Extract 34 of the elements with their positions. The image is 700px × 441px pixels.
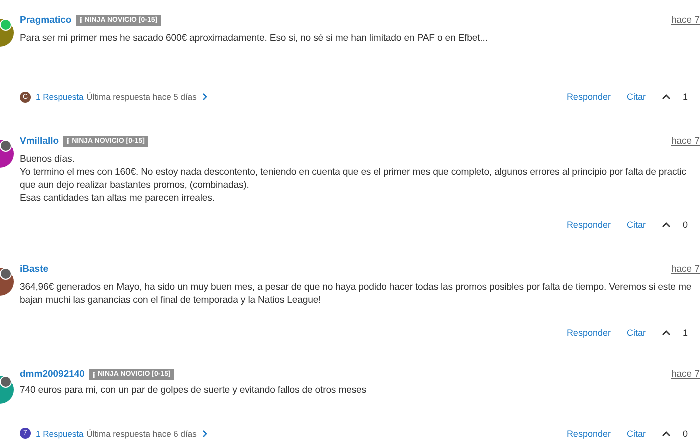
author-name[interactable]: Pragmatico [20,14,72,26]
reply-button[interactable]: Responder [566,92,611,102]
replies-link[interactable]: 1 Respuesta [36,92,84,102]
upvote-button[interactable] [662,94,671,100]
post-time[interactable]: hace 7 [671,264,700,274]
vote-count: 0 [682,220,688,230]
vote-count: 1 [682,328,688,338]
author-name[interactable]: dmm20092140 [20,369,85,380]
reply-button[interactable]: Responder [566,428,611,438]
upvote-button[interactable] [662,222,671,228]
post-text: Para ser mi primer mes he sacado 600€ aproximadamente. Eso si, no sé si me han limitado en PAF o en Efbet... [20,32,489,46]
post-time[interactable]: hace 7 [671,14,700,26]
last-reply-text: Última respuesta hace 5 días [86,92,197,102]
quote-button[interactable]: Citar [626,328,646,338]
replies-link[interactable]: 1 Respuesta [36,428,84,438]
post-time[interactable]: hace 7 [671,369,700,380]
post-text: 364,96€ generados en Mayo, ha sido un muy buen mes, a pesar de que no haya podido hacer todas las promos posibles por falta de tiempo. Veremos si este me bajan muchi las ganancias con el final de temporada y la Natios League! [20,281,693,308]
reply-button[interactable]: Responder [566,328,611,338]
quote-button[interactable]: Citar [626,220,646,230]
post-text: 740 euros para mi, con un par de golpes de suerte y evitando fallos de otros meses [20,384,368,398]
author-name[interactable]: Vmillallo [20,136,60,146]
vote-count: 0 [682,428,688,438]
upvote-button[interactable] [662,430,671,436]
post-text: Buenos días. Yo termino el mes con 160€. No estoy nada descontento, teniendo en cuenta que es el primer mes que completo, algunos errores al principio por falta de practic que aun dejo realizar bastantes promos, (combinadas). Esas cantidades tan altas me parecen irreales. [20,153,688,205]
quote-button[interactable]: Citar [626,92,646,102]
last-reply-text: Última respuesta hace 6 días [86,428,197,438]
post-time[interactable]: hace 7 [671,136,700,146]
chevron-icon[interactable] [202,430,208,438]
chevron-icon[interactable] [202,93,208,101]
vote-count: 1 [682,92,688,102]
upvote-button[interactable] [662,330,671,336]
reply-button[interactable]: Responder [566,220,611,230]
quote-button[interactable]: Citar [626,428,646,438]
author-name[interactable]: iBaste [20,264,49,274]
